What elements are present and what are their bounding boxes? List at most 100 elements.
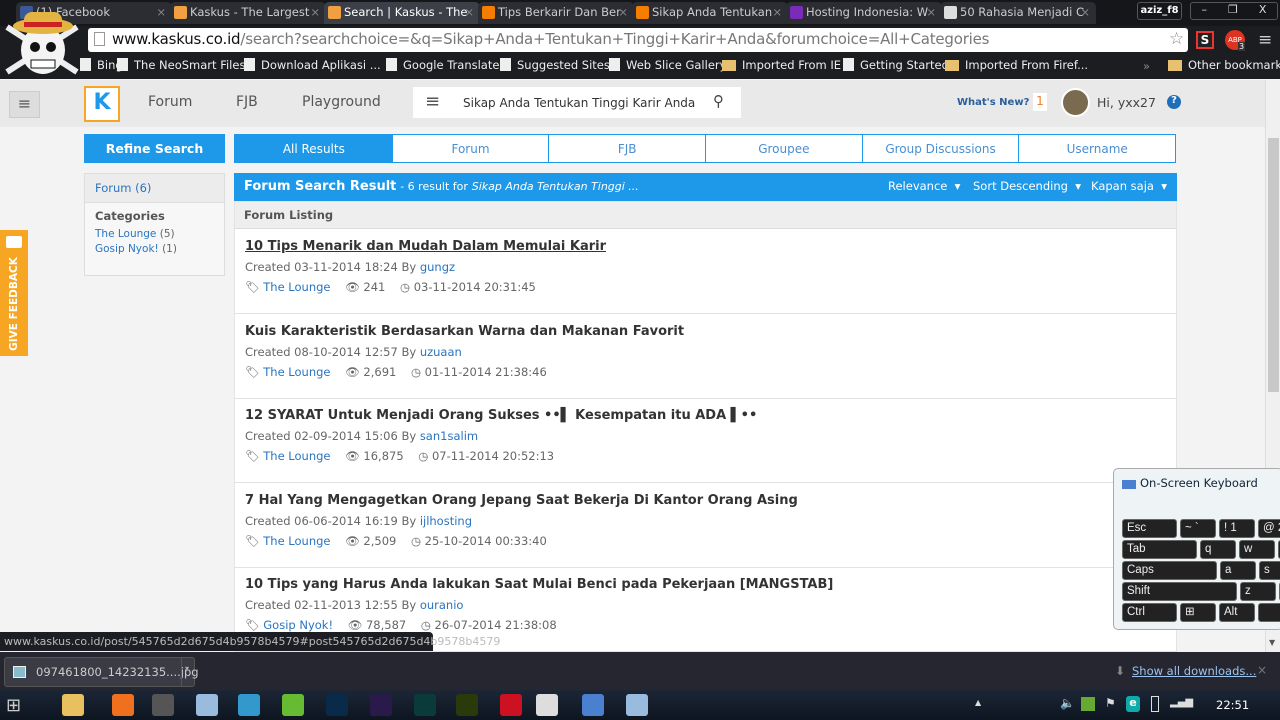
taskbar-pen-icon[interactable] [238, 694, 260, 716]
osk-key[interactable]: z [1240, 582, 1276, 601]
bookmark-item[interactable]: Download Aplikasi ... [244, 58, 381, 72]
browser-tab[interactable]: Kaskus - The Largest × [170, 2, 326, 24]
tab-all-results[interactable]: All Results [235, 135, 392, 162]
address-bar[interactable]: www.kaskus.co.id/search?searchchoice=&q=… [88, 28, 1188, 52]
author-link[interactable]: ouranio [420, 598, 464, 612]
browser-tab[interactable]: Search | Kaskus - The × [324, 2, 480, 24]
network-signal-icon[interactable]: ▂▄▆ [1170, 697, 1193, 708]
download-options-chevron-icon[interactable]: ▾ [181, 658, 195, 686]
osk-key[interactable]: a [1220, 561, 1256, 580]
category-link[interactable]: The Lounge [263, 449, 330, 463]
author-link[interactable]: uzuaan [420, 345, 462, 359]
tab-fjb[interactable]: FJB [548, 135, 706, 162]
taskbar-notepad-icon[interactable] [282, 694, 304, 716]
osk-key[interactable] [1258, 603, 1280, 622]
restore-button[interactable]: ❐ [1228, 3, 1238, 19]
start-button-windows-icon[interactable]: ⊞ [6, 695, 32, 717]
osk-key[interactable]: q [1200, 540, 1236, 559]
extension-s-icon[interactable]: S [1196, 31, 1214, 49]
download-item[interactable]: 097461800_14232135....jpg ▾ [4, 657, 199, 687]
thread-title[interactable]: 12 SYARAT Untuk Menjadi Orang Sukses ••▌… [245, 408, 1176, 423]
nvidia-icon[interactable] [1081, 697, 1095, 711]
forum-filter[interactable]: Forum (6) [85, 174, 224, 203]
bookmark-item[interactable]: Google Translate [386, 58, 499, 72]
notification-count[interactable]: 1 [1033, 93, 1047, 111]
osk-key[interactable]: Shift [1122, 582, 1237, 601]
eset-icon[interactable]: e [1126, 696, 1140, 712]
bookmark-item[interactable]: Suggested Sites [500, 58, 610, 72]
bookmark-item[interactable]: Imported From IE [722, 58, 841, 72]
browser-tab[interactable]: 50 Rahasia Menjadi C × [940, 2, 1096, 24]
taskbar-dreamweaver-icon[interactable] [456, 694, 478, 716]
taskbar-keyboard-icon[interactable] [582, 694, 604, 716]
avatar[interactable] [1061, 88, 1090, 117]
relevance-dropdown[interactable]: Relevance ▾ [888, 179, 960, 193]
close-window-button[interactable]: X [1259, 3, 1267, 19]
nav-playground[interactable]: Playground [302, 94, 381, 110]
other-bookmarks[interactable]: Other bookmarks [1168, 58, 1280, 72]
adblock-icon[interactable]: ABP 3 [1225, 30, 1246, 51]
close-tab-icon[interactable]: × [310, 5, 320, 19]
taskbar-audition-icon[interactable] [414, 694, 436, 716]
taskbar-explorer-icon[interactable] [62, 694, 84, 716]
browser-tab[interactable]: Tips Berkarir Dan Ber × [478, 2, 634, 24]
category-link[interactable]: The Lounge [263, 365, 330, 379]
help-icon[interactable]: ? [1167, 95, 1181, 109]
profile-badge[interactable]: aziz_f8 [1137, 2, 1182, 20]
menu-icon[interactable]: ≡ [1258, 30, 1272, 50]
bookmark-item[interactable]: Web Slice Gallery [609, 58, 726, 72]
osk-key[interactable]: ! 1 [1219, 519, 1255, 538]
sidebar-menu-button[interactable]: ≡ [9, 91, 40, 118]
tab-groupee[interactable]: Groupee [705, 135, 862, 162]
bookmark-item[interactable]: The NeoSmart Files [117, 58, 245, 72]
kaskus-logo[interactable]: K [84, 86, 120, 122]
bookmark-item[interactable]: Getting Started [843, 58, 949, 72]
tab-username[interactable]: Username [1018, 135, 1176, 162]
osk-key[interactable]: @ 2 [1258, 519, 1280, 538]
thread-title[interactable]: 10 Tips yang Harus Anda lakukan Saat Mul… [245, 577, 1176, 592]
category-name[interactable]: The Lounge [95, 228, 156, 240]
taskbar-xampp-icon[interactable] [112, 694, 134, 716]
more-bookmarks-chevron-icon[interactable]: » [1143, 59, 1150, 73]
browser-tab[interactable]: Hosting Indonesia: W × [786, 2, 942, 24]
volume-icon[interactable]: 🔈 [1060, 696, 1075, 710]
close-tab-icon[interactable]: × [772, 5, 782, 19]
osk-key[interactable]: Esc [1122, 519, 1177, 538]
minimize-button[interactable]: – [1202, 3, 1208, 19]
close-tab-icon[interactable]: × [1080, 5, 1090, 19]
date-range-dropdown[interactable]: Kapan saja ▾ [1091, 179, 1167, 193]
close-tab-icon[interactable]: × [618, 5, 628, 19]
category-item[interactable]: The Lounge (5) [95, 227, 214, 242]
author-link[interactable]: ijlhosting [420, 514, 472, 528]
action-center-flag-icon[interactable]: ⚑ [1105, 696, 1116, 710]
close-tab-icon[interactable]: × [156, 5, 166, 19]
close-downloads-icon[interactable]: × [1257, 663, 1267, 677]
category-item[interactable]: Gosip Nyok! (1) [95, 242, 214, 257]
close-tab-icon[interactable]: × [464, 5, 474, 19]
scrollbar-thumb[interactable] [1268, 138, 1279, 392]
osk-key[interactable]: Alt [1219, 603, 1255, 622]
taskbar-tool-icon[interactable] [152, 694, 174, 716]
taskbar-chrome-icon[interactable] [536, 694, 558, 716]
refine-search-button[interactable]: Refine Search [84, 134, 225, 163]
author-link[interactable]: san1salim [420, 429, 478, 443]
scroll-down-arrow-icon[interactable]: ▼ [1269, 638, 1275, 647]
osk-key[interactable]: ~ ` [1180, 519, 1216, 538]
search-icon[interactable]: ⚲ [713, 92, 724, 110]
whats-new-link[interactable]: What's New? [957, 97, 1029, 108]
author-link[interactable]: gungz [420, 260, 455, 274]
osk-key[interactable]: w [1239, 540, 1275, 559]
taskbar-after-effects-icon[interactable] [370, 694, 392, 716]
give-feedback-tab[interactable]: GIVE FEEDBACK [0, 230, 28, 356]
osk-key[interactable]: ⊞ [1180, 603, 1216, 622]
nav-forum[interactable]: Forum [148, 94, 192, 110]
taskbar-flash-icon[interactable] [500, 694, 522, 716]
site-search-input[interactable]: ≡ Sikap Anda Tentukan Tinggi Karir Anda … [413, 87, 741, 118]
taskbar-calculator-icon[interactable] [626, 694, 648, 716]
thread-title[interactable]: Kuis Karakteristik Berdasarkan Warna dan… [245, 324, 1176, 339]
sort-order-dropdown[interactable]: Sort Descending ▾ [973, 179, 1081, 193]
category-link[interactable]: Gosip Nyok! [263, 618, 333, 632]
show-hidden-icons[interactable]: ▲ [975, 698, 981, 707]
tab-group-discussions[interactable]: Group Discussions [861, 135, 1019, 162]
osk-key[interactable]: s [1259, 561, 1280, 580]
